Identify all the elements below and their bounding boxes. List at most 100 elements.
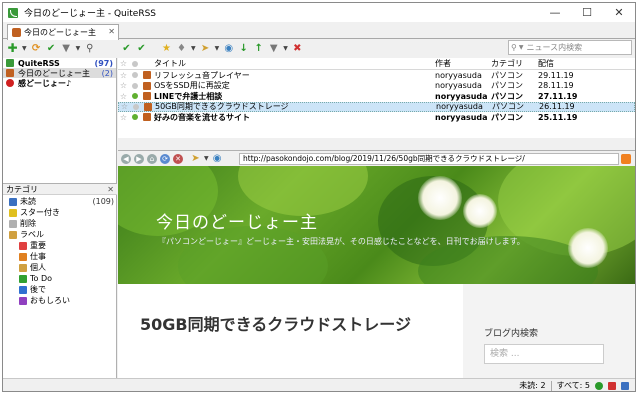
filter-news-icon[interactable]: ▼	[268, 43, 279, 54]
notification-icon[interactable]	[608, 381, 616, 390]
column-category[interactable]: カテゴリ	[491, 58, 538, 69]
news-row[interactable]: ☆ LINEで弁護士相談 noryyasuda パソコン 27.11.19	[118, 91, 635, 102]
site-title[interactable]: 今日のどーじょー主	[156, 208, 318, 233]
news-category: パソコン	[491, 91, 523, 101]
category-item[interactable]: スター付き	[3, 207, 117, 218]
feed-favicon-icon	[141, 102, 155, 111]
mark-read-icon[interactable]: ✔	[121, 43, 132, 54]
category-item[interactable]: 仕事	[3, 251, 117, 262]
category-item[interactable]: 削除	[3, 218, 117, 229]
read-status-icon[interactable]	[129, 93, 140, 100]
read-status-icon[interactable]	[129, 114, 140, 121]
tab-close-icon[interactable]: ✕	[108, 27, 115, 36]
star-icon[interactable]: ☆	[118, 92, 129, 101]
category-item[interactable]: ラベル	[3, 229, 117, 240]
mark-feed-read-icon[interactable]: ✔	[46, 43, 57, 54]
category-icon	[19, 241, 27, 250]
star-icon[interactable]: ☆	[119, 102, 130, 111]
feed-favicon-icon	[140, 71, 154, 80]
next-unread-icon[interactable]: ↓	[238, 43, 249, 54]
chevron-down-icon[interactable]: ▼	[76, 45, 81, 52]
blog-search-input[interactable]: 検索 ...	[484, 344, 604, 364]
read-column-icon[interactable]	[129, 60, 140, 67]
share-icon[interactable]: ➤	[190, 153, 201, 164]
news-row[interactable]: ☆ 好みの音楽を流せるサイト noryyasuda パソコン 25.11.19	[118, 112, 635, 123]
read-status-icon[interactable]	[129, 82, 140, 89]
search-icon[interactable]: ⚲	[511, 43, 517, 52]
update-feeds-icon[interactable]: ⟳	[31, 43, 42, 54]
chevron-down-icon[interactable]: ▼	[215, 45, 220, 52]
forward-icon[interactable]: ▶	[134, 153, 144, 164]
column-date[interactable]: 配信	[538, 58, 618, 69]
quiterss-logo-icon	[8, 7, 18, 18]
star-icon[interactable]: ☆	[118, 81, 129, 90]
category-label: 仕事	[30, 252, 46, 261]
app-window: 今日のどーじょー主 - QuiteRSS — ☐ ✕ 今日のどーじょー主 ✕ ✚…	[2, 2, 636, 392]
star-column-icon[interactable]: ☆	[118, 59, 129, 68]
tab-feed[interactable]: 今日のどーじょー主 ✕	[7, 24, 119, 40]
category-icon	[9, 219, 17, 228]
open-browser-icon[interactable]: ◉	[223, 43, 234, 54]
category-label: ラベル	[20, 230, 44, 239]
category-item[interactable]: 後で	[3, 284, 117, 295]
star-icon[interactable]: ☆	[118, 113, 129, 122]
news-row[interactable]: ☆ 50GB同期できるクラウドストレージ noryyasuda パソコン 26.11.1…	[118, 101, 635, 112]
update-status-icon[interactable]	[595, 381, 603, 390]
categories-title: カテゴリ	[6, 184, 38, 194]
news-row[interactable]: ☆ リフレッシュ音プレイヤー noryyasuda パソコン 29.11.19	[118, 70, 635, 81]
category-icon	[9, 230, 17, 239]
news-list: ☆ タイトル 作者 カテゴリ 配信 ☆ リフレッシュ音プレイヤー noryyasud…	[118, 58, 635, 138]
maximize-button[interactable]: ☐	[571, 3, 603, 22]
feed-item-dojo[interactable]: 今日のどーじょー主 (2)	[3, 68, 116, 78]
tab-label: 今日のどーじょー主	[24, 28, 96, 37]
category-item[interactable]: おもしろい	[3, 295, 117, 306]
fullscreen-icon[interactable]	[621, 381, 629, 390]
add-feed-icon[interactable]: ✚	[7, 42, 18, 54]
category-item[interactable]: 重要	[3, 240, 117, 251]
news-search-input[interactable]: ⚲ ▼ ニュース内検索	[508, 40, 632, 55]
feed-favicon-icon	[6, 69, 14, 77]
mark-all-read-icon[interactable]: ✔	[136, 43, 147, 54]
chevron-down-icon[interactable]: ▼	[519, 44, 524, 51]
post-title: 50GB同期できるクラウドストレージ	[140, 315, 411, 334]
category-item[interactable]: 未読 (109)	[3, 196, 117, 207]
read-status-icon[interactable]	[130, 103, 141, 110]
news-list-header: ☆ タイトル 作者 カテゴリ 配信	[118, 58, 635, 70]
category-item[interactable]: 個人	[3, 262, 117, 273]
minimize-button[interactable]: —	[539, 3, 571, 22]
star-icon[interactable]: ★	[161, 43, 172, 54]
category-icon	[9, 197, 17, 206]
url-field[interactable]: http://pasokondojo.com/blog/2019/11/26/5…	[239, 153, 619, 165]
news-date: 27.11.19	[538, 91, 578, 101]
chevron-down-icon[interactable]: ▼	[283, 45, 288, 52]
chevron-down-icon[interactable]: ▼	[204, 155, 209, 162]
read-status-icon[interactable]	[129, 72, 140, 79]
share-icon[interactable]: ➤	[200, 43, 211, 54]
reload-icon[interactable]: ⟳	[160, 153, 170, 164]
feed-item-quiterss[interactable]: QuiteRSS (97)	[3, 58, 116, 68]
column-title[interactable]: タイトル	[154, 58, 435, 69]
category-label: スター付き	[20, 208, 60, 217]
find-feed-icon[interactable]: ⚲	[84, 43, 95, 54]
feed-favicon-icon	[140, 113, 154, 122]
back-icon[interactable]: ◀	[121, 153, 131, 164]
home-icon[interactable]: ⌂	[147, 153, 157, 164]
rss-icon[interactable]	[621, 154, 631, 164]
filter-feeds-icon[interactable]: ▼	[61, 43, 72, 54]
close-icon[interactable]: ✕	[107, 185, 114, 194]
news-row[interactable]: ☆ OSをSSD用に再設定 noryyasuda パソコン 28.11.19	[118, 81, 635, 92]
chevron-down-icon[interactable]: ▼	[191, 45, 196, 52]
feed-item-kan-dojo[interactable]: 感どーじょー♪	[3, 78, 116, 88]
close-window-button[interactable]: ✕	[603, 3, 635, 22]
category-item[interactable]: To Do	[3, 273, 117, 284]
feed-name: 感どーじょー♪	[18, 78, 72, 88]
delete-icon[interactable]: ✖	[292, 43, 303, 54]
label-icon[interactable]: ♦	[176, 43, 187, 54]
column-author[interactable]: 作者	[435, 58, 491, 69]
prev-unread-icon[interactable]: ↑	[253, 43, 264, 54]
feed-count: (97)	[94, 58, 113, 68]
star-icon[interactable]: ☆	[118, 71, 129, 80]
globe-icon[interactable]: ◉	[212, 153, 223, 164]
chevron-down-icon[interactable]: ▼	[22, 45, 27, 52]
stop-icon[interactable]: ✕	[173, 153, 183, 164]
